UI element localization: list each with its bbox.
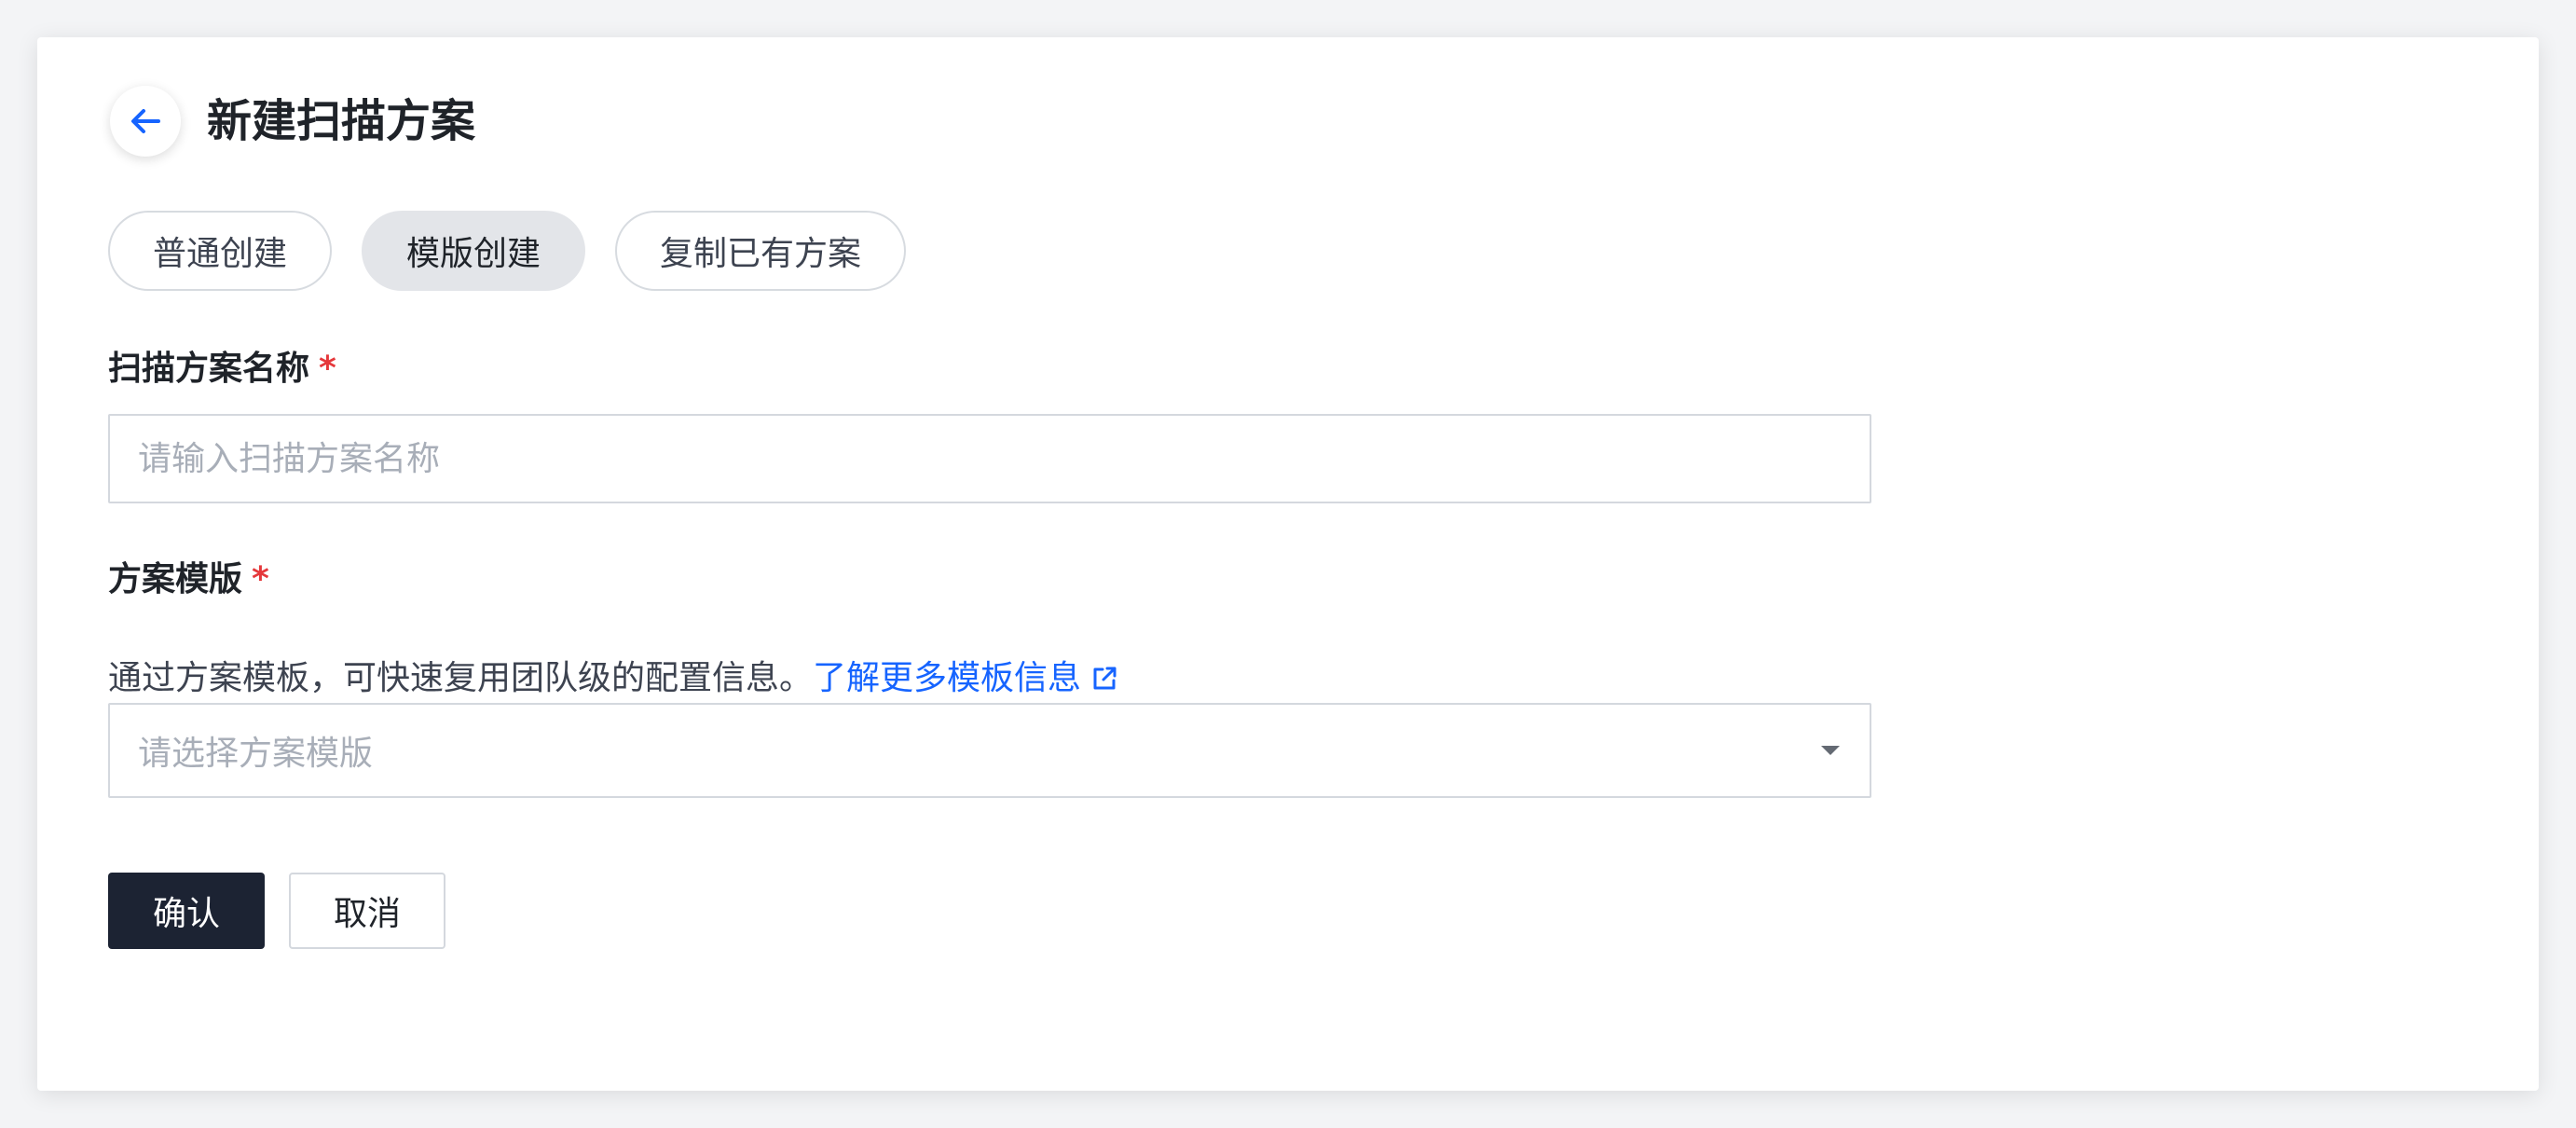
scheme-template-select[interactable]: 请选择方案模版	[108, 703, 1871, 798]
scheme-template-label: 方案模版 *	[108, 557, 269, 602]
tab-template-create[interactable]: 模版创建	[362, 211, 586, 291]
creation-mode-tabs: 普通创建 模版创建 复制已有方案	[108, 211, 907, 291]
main-card: 新建扫描方案 普通创建 模版创建 复制已有方案 扫描方案名称* 方案模版* 通过…	[37, 37, 2539, 1091]
scheme-name-input[interactable]	[138, 416, 1842, 502]
select-placeholder: 请选择方案模版	[138, 735, 374, 773]
external-link-icon	[1093, 667, 1117, 690]
back-button[interactable]	[110, 86, 181, 157]
scheme-name-label-text: 扫描方案名称	[108, 350, 310, 388]
caret-down-icon	[1821, 746, 1840, 755]
required-mark: *	[252, 560, 269, 598]
scheme-template-label-text: 方案模版	[108, 560, 243, 598]
required-mark: *	[319, 350, 336, 388]
confirm-button[interactable]: 确认	[108, 873, 265, 949]
learn-more-link-text: 了解更多模板信息	[813, 659, 1082, 697]
learn-more-templates-link[interactable]: 了解更多模板信息	[813, 659, 1118, 697]
page-title: 新建扫描方案	[207, 95, 476, 147]
arrow-left-icon	[131, 109, 160, 133]
template-description-text: 通过方案模板，可快速复用团队级的配置信息。	[108, 659, 814, 697]
tab-normal-create[interactable]: 普通创建	[108, 211, 333, 291]
cancel-button[interactable]: 取消	[289, 873, 445, 949]
scheme-name-label: 扫描方案名称 *	[108, 347, 336, 392]
scheme-name-field[interactable]	[108, 414, 1871, 503]
tab-copy-existing[interactable]: 复制已有方案	[615, 211, 907, 291]
template-description: 通过方案模板，可快速复用团队级的配置信息。了解更多模板信息	[108, 656, 1118, 701]
